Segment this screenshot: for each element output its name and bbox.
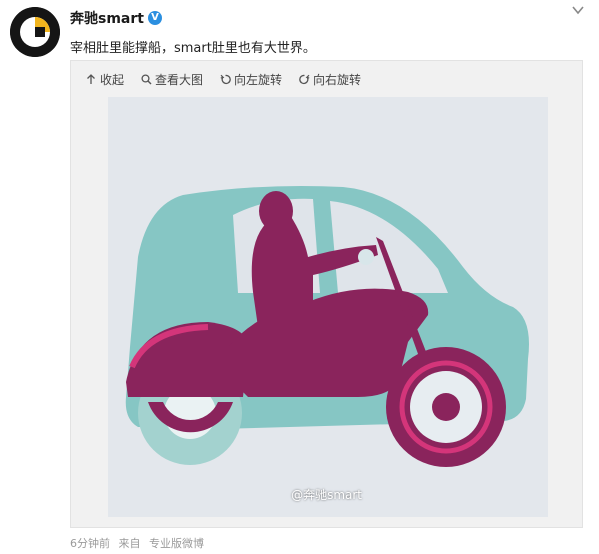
source-prefix: 来自 xyxy=(118,537,141,550)
author-name[interactable]: 奔驰smart xyxy=(70,8,144,28)
collapse-button[interactable]: 收起 xyxy=(85,71,124,88)
car-motorcycle-illustration xyxy=(108,97,548,517)
up-arrow-icon xyxy=(85,74,97,86)
smart-logo-icon xyxy=(10,7,60,57)
rotate-left-icon xyxy=(219,74,231,86)
rotate-left-label: 向左旋转 xyxy=(234,73,283,87)
view-large-label: 查看大图 xyxy=(155,73,204,87)
rotate-right-button[interactable]: 向右旋转 xyxy=(298,71,361,88)
image-watermark: @奔驰smart xyxy=(291,488,362,502)
author-avatar[interactable] xyxy=(10,7,60,57)
rider-head xyxy=(259,191,293,231)
view-large-button[interactable]: 查看大图 xyxy=(140,71,203,88)
media-box: 收起 查看大图 向左旋转 向右旋转 @奔驰smart xyxy=(70,60,583,528)
post-footer: 6分钟前 来自 专业版微博 xyxy=(70,535,209,551)
rotate-right-label: 向右旋转 xyxy=(313,73,362,87)
collapse-label: 收起 xyxy=(100,73,125,87)
author-name-row: 奔驰smart V xyxy=(70,8,162,28)
rotate-right-icon xyxy=(298,74,310,86)
motorcycle-headlight xyxy=(358,249,374,265)
rotate-left-button[interactable]: 向左旋转 xyxy=(219,71,282,88)
magnifier-icon xyxy=(140,74,152,86)
chevron-down-icon[interactable] xyxy=(571,2,585,21)
verified-badge-icon: V xyxy=(147,11,162,25)
post-image[interactable]: @奔驰smart xyxy=(108,97,548,517)
media-toolbar: 收起 查看大图 向左旋转 向右旋转 xyxy=(85,71,361,88)
post-text: 宰相肚里能撑船，smart肚里也有大世界。 xyxy=(70,41,316,56)
post-source[interactable]: 专业版微博 xyxy=(149,537,204,550)
post-time[interactable]: 6分钟前 xyxy=(70,537,110,550)
front-wheel-axle xyxy=(432,393,460,421)
